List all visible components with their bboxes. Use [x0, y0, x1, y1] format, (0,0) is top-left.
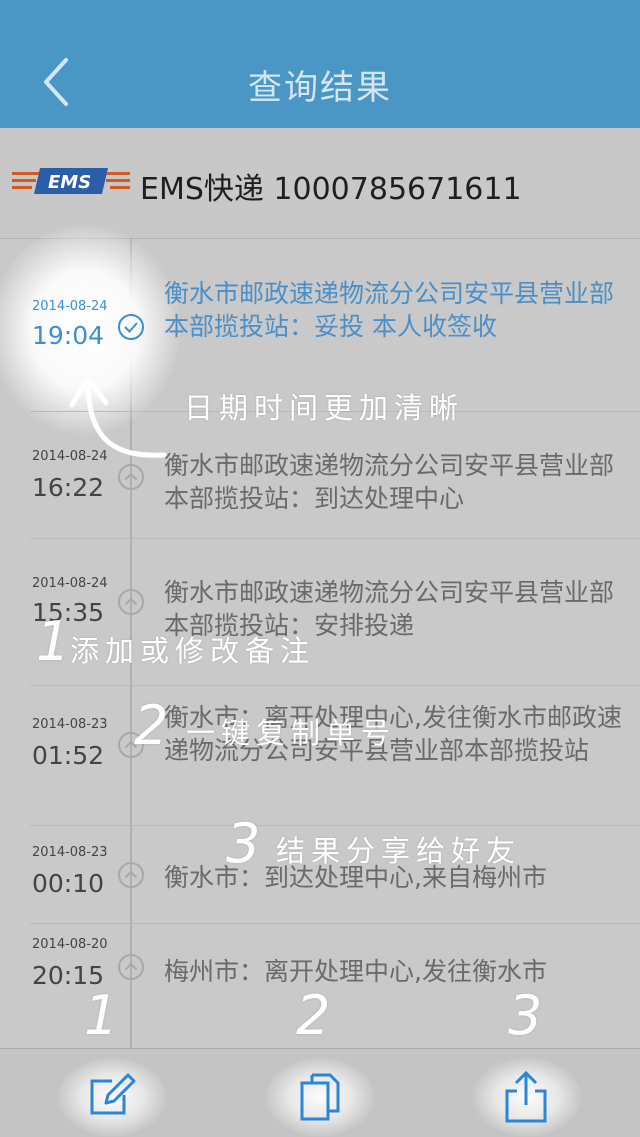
- chevron-up-circle-icon: [118, 589, 144, 615]
- event-date: 2014-08-20: [32, 937, 108, 952]
- event-description: 衡水市邮政速递物流分公司安平县营业部本部揽投站：到达处理中心: [164, 451, 615, 513]
- annotation-number: 2: [296, 984, 331, 1047]
- annotation-number: 3: [508, 984, 543, 1047]
- event-time: 01:52: [32, 741, 105, 770]
- timeline-event[interactable]: 2014-08-23 01:52 衡水市：离开处理中心,发往衡水市邮政速递物流分…: [0, 685, 640, 826]
- event-time: 19:04: [32, 321, 105, 350]
- page-title: 查询结果: [248, 68, 392, 108]
- annotation-number: 1: [36, 610, 71, 673]
- copy-icon[interactable]: [290, 1067, 350, 1127]
- event-description: 梅州市：离开处理中心,发往衡水市: [164, 957, 547, 986]
- event-date: 2014-08-23: [32, 717, 108, 732]
- annotation-note: 添加或修改备注: [70, 634, 316, 668]
- event-time: 16:22: [32, 473, 105, 502]
- annotation-share: 结果分享给好友: [276, 834, 522, 868]
- curved-arrow-icon: [69, 376, 167, 458]
- annotation-number: 1: [84, 984, 119, 1047]
- chevron-up-circle-icon: [118, 954, 144, 980]
- annotation-number: 2: [134, 694, 169, 757]
- edit-note-icon[interactable]: [82, 1067, 142, 1127]
- tracking-header: EMS EMS快递 1000785671611: [0, 128, 640, 239]
- check-circle-icon: [118, 314, 144, 340]
- event-time: 00:10: [32, 869, 105, 898]
- annotation-number: 3: [226, 812, 261, 875]
- event-date: 2014-08-24: [32, 299, 108, 314]
- ems-logo-icon: EMS: [12, 168, 130, 194]
- annotation-copy: 一键复制单号: [186, 716, 397, 750]
- chevron-up-circle-icon: [118, 862, 144, 888]
- event-date: 2014-08-23: [32, 845, 108, 860]
- annotation-clear-time: 日期时间更加清晰: [184, 391, 465, 425]
- event-description: 衡水市邮政速递物流分公司安平县营业部本部揽投站：妥投 本人收签收: [164, 279, 615, 341]
- share-icon[interactable]: [497, 1067, 557, 1127]
- tracking-number-label[interactable]: EMS快递 1000785671611: [140, 164, 522, 208]
- bottom-toolbar: [0, 1048, 640, 1137]
- nav-bar: 查询结果: [0, 0, 640, 128]
- svg-text:EMS: EMS: [48, 172, 91, 193]
- event-date: 2014-08-24: [32, 576, 108, 591]
